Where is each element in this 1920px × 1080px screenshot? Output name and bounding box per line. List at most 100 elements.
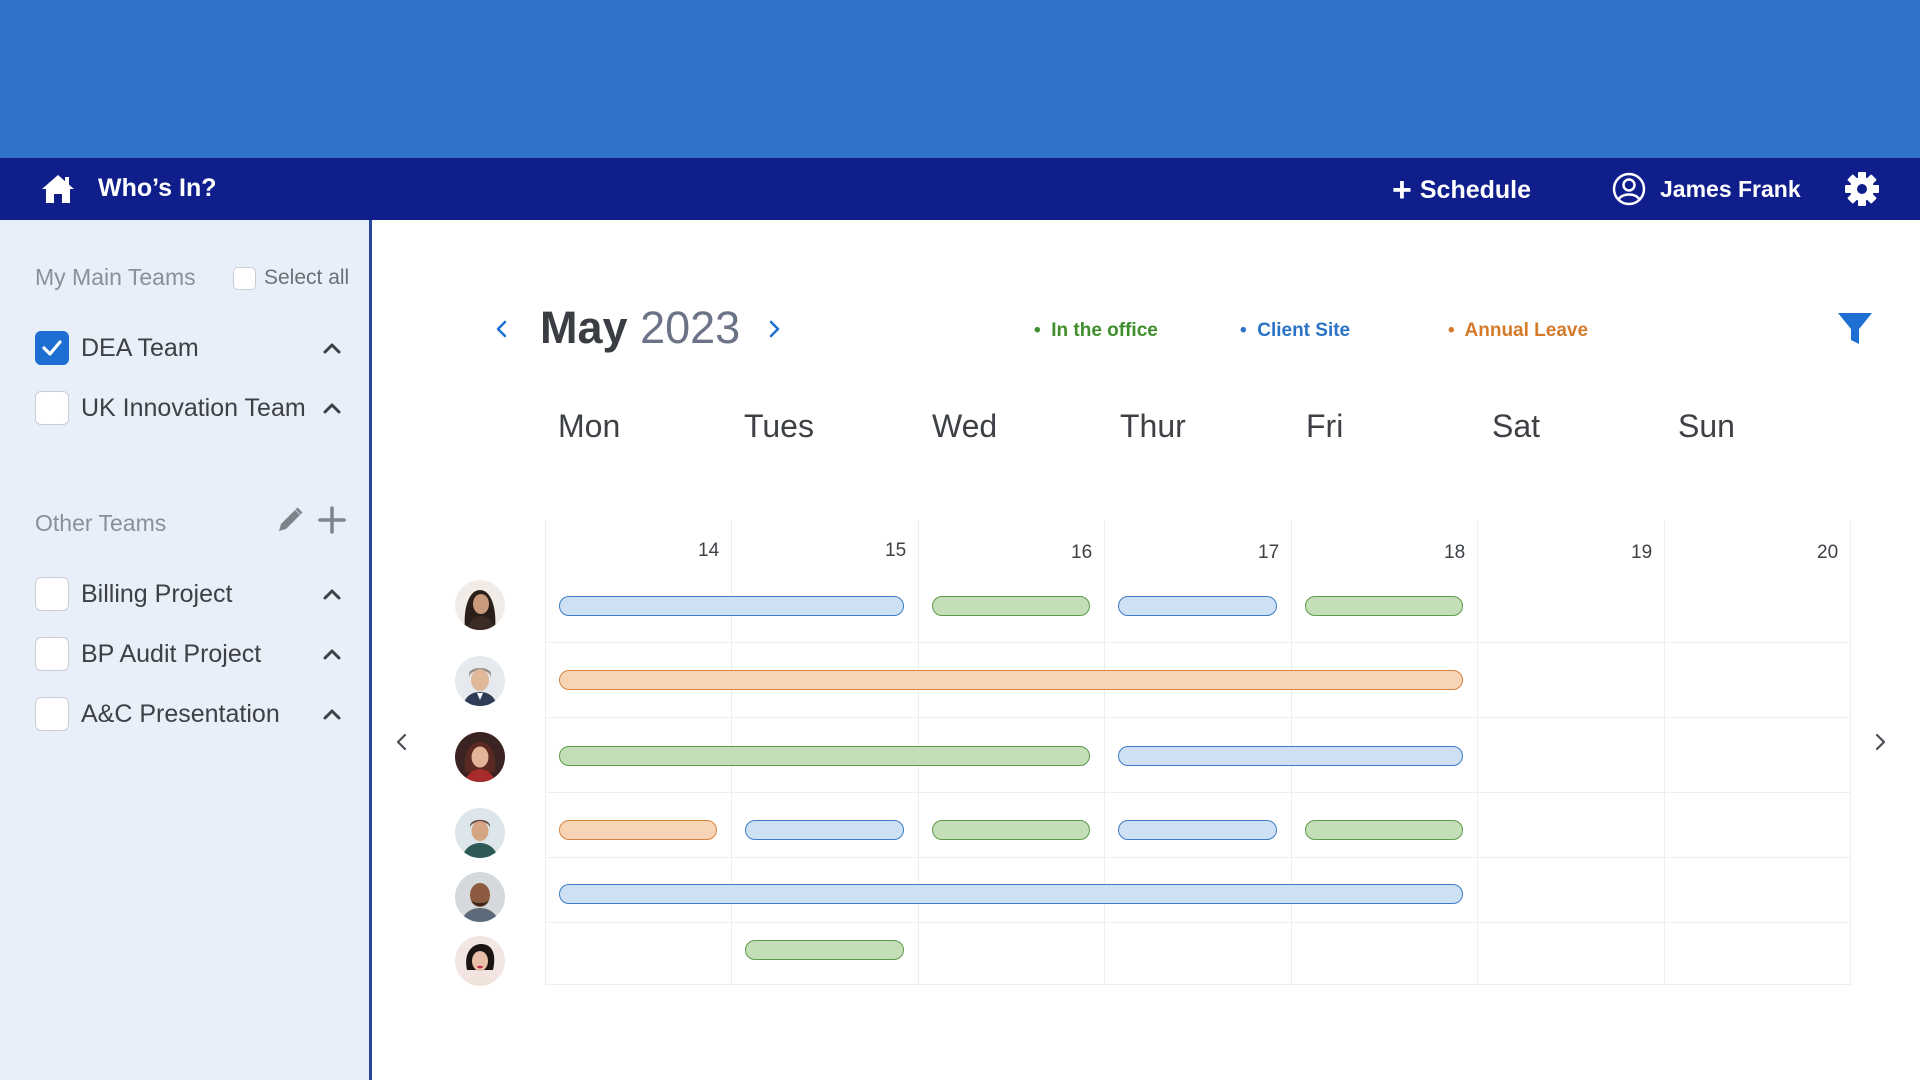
in-office-bar[interactable] bbox=[1304, 596, 1463, 616]
navbar: Who’s In? + Schedule James Frank bbox=[0, 158, 1920, 220]
date-number: 18 bbox=[1444, 542, 1466, 563]
team-checkbox[interactable] bbox=[35, 391, 69, 425]
legend-dot: • bbox=[1448, 320, 1455, 341]
schedule-button[interactable]: + Schedule bbox=[1392, 171, 1531, 209]
team-label: A&C Presentation bbox=[81, 699, 280, 728]
legend-label: Annual Leave bbox=[1464, 320, 1589, 341]
chevron-up-icon[interactable] bbox=[319, 701, 345, 727]
sidebar: My Main Teams Select all DEA Team UK Inn… bbox=[0, 220, 372, 1080]
check-icon bbox=[42, 340, 62, 356]
user-name: James Frank bbox=[1660, 175, 1801, 202]
chevron-up-icon[interactable] bbox=[319, 335, 345, 361]
team-checkbox[interactable] bbox=[35, 331, 69, 365]
grid-line bbox=[1850, 520, 1851, 985]
client-site-bar[interactable] bbox=[559, 596, 904, 616]
date-number: 20 bbox=[1817, 542, 1839, 563]
day-name-sat: Sat bbox=[1492, 408, 1541, 444]
prev-week-chevron-left-icon[interactable] bbox=[390, 730, 414, 754]
grid-line bbox=[545, 984, 1850, 985]
home-icon[interactable] bbox=[40, 172, 76, 206]
other-teams-actions bbox=[274, 504, 348, 536]
legend-label: Client Site bbox=[1257, 320, 1351, 341]
in-office-bar[interactable] bbox=[1304, 820, 1463, 840]
team-checkbox[interactable] bbox=[35, 637, 69, 671]
day-name-thur: Thur bbox=[1120, 408, 1186, 444]
in-office-bar[interactable] bbox=[559, 746, 1091, 766]
app-title: Who’s In? bbox=[98, 174, 217, 202]
team-label: BP Audit Project bbox=[81, 639, 262, 668]
other-teams-heading: Other Teams bbox=[35, 510, 167, 536]
user-circle-icon bbox=[1612, 172, 1646, 206]
select-all-checkbox[interactable]: Select all bbox=[233, 266, 349, 290]
team-label: Billing Project bbox=[81, 579, 233, 608]
main-teams-heading: My Main Teams bbox=[35, 264, 196, 290]
in-office-bar[interactable] bbox=[931, 596, 1091, 616]
plus-icon: + bbox=[1392, 171, 1412, 209]
pencil-icon[interactable] bbox=[274, 504, 306, 536]
chevron-up-icon[interactable] bbox=[319, 581, 345, 607]
team-label: DEA Team bbox=[81, 333, 199, 362]
day-name-fri: Fri bbox=[1306, 408, 1344, 444]
prev-month-chevron-left-icon[interactable] bbox=[490, 317, 514, 341]
grid-line bbox=[545, 922, 1850, 923]
avatar[interactable] bbox=[455, 656, 505, 706]
day-name-mon: Mon bbox=[558, 408, 621, 444]
in-office-bar[interactable] bbox=[931, 820, 1091, 840]
select-all-box[interactable] bbox=[233, 266, 256, 290]
filter-icon[interactable] bbox=[1836, 310, 1874, 348]
avatar[interactable] bbox=[455, 732, 505, 782]
grid-line bbox=[1477, 520, 1478, 985]
top-banner bbox=[0, 0, 1920, 158]
date-number: 19 bbox=[1631, 542, 1653, 563]
team-row-bp-audit-project[interactable]: BP Audit Project bbox=[35, 636, 345, 672]
client-site-bar[interactable] bbox=[1118, 820, 1277, 840]
annual-leave-bar[interactable] bbox=[559, 820, 718, 840]
legend-in-office: • In the office bbox=[1034, 320, 1158, 342]
legend-client-site: • Client Site bbox=[1240, 320, 1350, 342]
avatar[interactable] bbox=[455, 936, 505, 986]
team-row-dea[interactable]: DEA Team bbox=[35, 330, 345, 366]
month-year-title: May 2023 bbox=[540, 302, 740, 354]
select-all-label: Select all bbox=[264, 266, 350, 289]
grid-line bbox=[545, 857, 1850, 858]
grid-line bbox=[1664, 520, 1665, 985]
user-menu[interactable]: James Frank bbox=[1612, 171, 1801, 207]
date-number: 16 bbox=[1071, 542, 1093, 563]
day-name-wed: Wed bbox=[932, 408, 998, 444]
date-number: 17 bbox=[1258, 542, 1280, 563]
annual-leave-bar[interactable] bbox=[559, 670, 1463, 690]
legend-dot: • bbox=[1034, 320, 1041, 341]
next-week-chevron-right-icon[interactable] bbox=[1868, 730, 1892, 754]
team-label: UK Innovation Team bbox=[81, 393, 306, 422]
chevron-up-icon[interactable] bbox=[319, 395, 345, 421]
team-row-ac-presentation[interactable]: A&C Presentation bbox=[35, 696, 345, 732]
in-office-bar[interactable] bbox=[745, 940, 904, 960]
grid-line bbox=[545, 717, 1850, 718]
avatar[interactable] bbox=[455, 808, 505, 858]
grid-line bbox=[1104, 520, 1105, 985]
avatar[interactable] bbox=[455, 580, 505, 630]
team-row-billing-project[interactable]: Billing Project bbox=[35, 576, 345, 612]
next-month-chevron-right-icon[interactable] bbox=[762, 317, 786, 341]
plus-icon[interactable] bbox=[316, 504, 348, 536]
client-site-bar[interactable] bbox=[559, 884, 1463, 904]
date-number: 15 bbox=[885, 540, 907, 561]
date-number: 14 bbox=[698, 540, 720, 561]
year-label: 2023 bbox=[640, 302, 741, 353]
person-avatar-image bbox=[461, 883, 499, 922]
week-grid: 14 15 16 17 18 19 20 bbox=[545, 520, 1851, 985]
client-site-bar[interactable] bbox=[1118, 746, 1463, 766]
chevron-up-icon[interactable] bbox=[319, 641, 345, 667]
client-site-bar[interactable] bbox=[1118, 596, 1277, 616]
team-checkbox[interactable] bbox=[35, 577, 69, 611]
person-avatar-image bbox=[464, 742, 496, 782]
avatar[interactable] bbox=[455, 872, 505, 922]
person-avatar-image bbox=[465, 944, 495, 986]
team-row-uk-innovation[interactable]: UK Innovation Team bbox=[35, 390, 345, 426]
client-site-bar[interactable] bbox=[745, 820, 904, 840]
gear-icon[interactable] bbox=[1844, 171, 1880, 207]
day-name-sun: Sun bbox=[1678, 408, 1735, 444]
person-avatar-image bbox=[463, 668, 497, 706]
team-checkbox[interactable] bbox=[35, 697, 69, 731]
month-label: May bbox=[540, 302, 628, 353]
